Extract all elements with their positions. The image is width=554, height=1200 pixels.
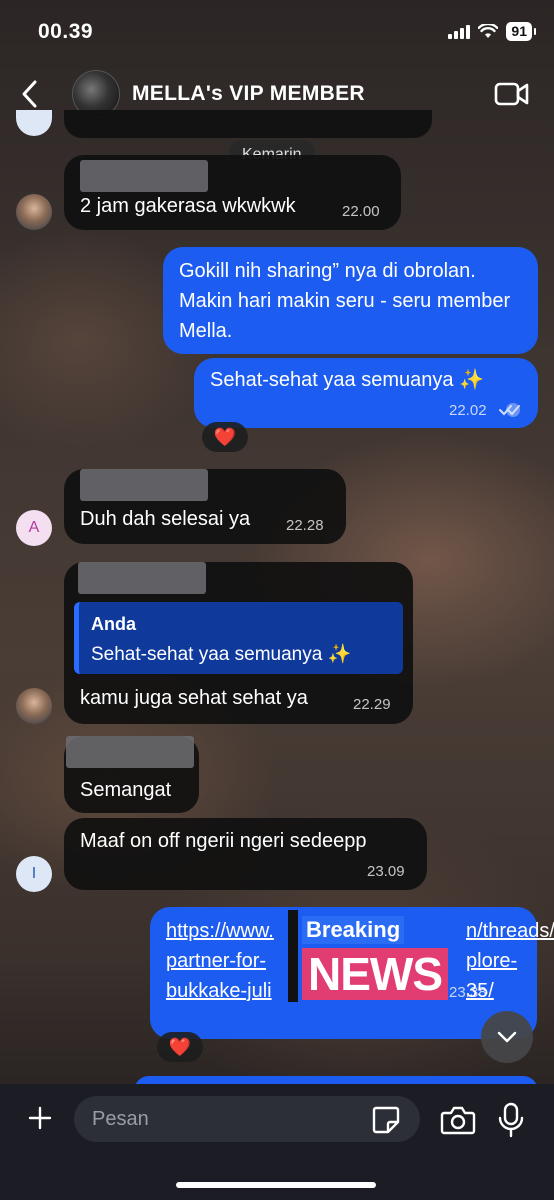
message-bubble[interactable]: Semangat — [64, 736, 199, 813]
video-call-button[interactable] — [494, 80, 530, 108]
quoted-message[interactable]: Anda Sehat-sehat yaa semuanya ✨ — [74, 602, 403, 674]
message-bubble[interactable]: Anda Sehat-sehat yaa semuanya ✨ kamu jug… — [64, 562, 413, 724]
message-bubble-outgoing[interactable]: Sehat-sehat yaa semuanya ✨ 22.02 — [194, 358, 538, 428]
link-line[interactable]: partner-for- — [166, 946, 274, 976]
message-bubble-outgoing[interactable]: Gokill nih sharing” nya di obrolan. Maki… — [163, 247, 538, 354]
message-text: Sehat-sehat yaa semuanya ✨ — [210, 369, 484, 391]
link-line[interactable]: https://www. — [166, 916, 274, 946]
avatar-partial — [16, 110, 52, 136]
sender-name-redacted — [80, 160, 208, 192]
sender-avatar[interactable]: I — [16, 856, 52, 892]
heart-reaction[interactable]: ❤️ — [202, 422, 248, 452]
group-title[interactable]: MELLA's VIP MEMBER — [132, 82, 365, 106]
message-text: Maaf on off ngerii ngeri sedeepp — [80, 830, 367, 852]
quote-author: Anda — [91, 614, 136, 634]
message-time: 22.29 — [353, 696, 391, 713]
microphone-button[interactable] — [496, 1102, 526, 1138]
battery-indicator: 91 — [506, 22, 536, 41]
sticker-breaking: Breaking — [302, 916, 405, 944]
scroll-to-bottom-button[interactable] — [481, 1011, 533, 1063]
chevron-down-icon — [497, 1031, 517, 1043]
message-text: Semangat — [80, 779, 172, 801]
microphone-icon — [498, 1102, 524, 1138]
message-time: 22.00 — [342, 203, 380, 220]
message-bubble-partial — [64, 110, 432, 138]
status-time: 00.39 — [38, 20, 94, 43]
link-text[interactable]: https://www. partner-for- bukkake-juli — [166, 916, 274, 1006]
sticker-icon — [372, 1106, 400, 1134]
signal-icon — [448, 24, 471, 39]
message-text: kamu juga sehat sehat ya — [80, 687, 308, 709]
message-text: Gokill nih sharing” nya di obrolan. Maki… — [179, 260, 511, 342]
message-time: 23.09 — [367, 863, 405, 880]
sender-name-redacted — [66, 736, 194, 768]
message-bubble[interactable]: Maaf on off ngerii ngeri sedeepp 23.09 — [64, 818, 427, 890]
message-text: 2 jam gakerasa wkwkwk — [80, 195, 296, 217]
home-indicator — [176, 1182, 376, 1188]
composer-bar — [0, 1084, 554, 1200]
message-time: 22.02 — [449, 402, 487, 419]
quote-text: Sehat-sehat yaa semuanya ✨ — [91, 644, 352, 665]
back-button[interactable] — [14, 76, 44, 112]
message-time: 22.28 — [286, 517, 324, 534]
sticker-news: NEWS — [302, 948, 448, 1000]
heart-reaction[interactable]: ❤️ — [157, 1032, 203, 1062]
plus-icon — [28, 1106, 52, 1130]
camera-icon — [440, 1106, 476, 1135]
chevron-left-icon — [22, 80, 37, 108]
sticker-bar — [288, 910, 298, 1002]
message-input[interactable] — [74, 1096, 420, 1142]
link-line[interactable]: n/threads/ — [466, 916, 554, 946]
message-bubble[interactable]: Duh dah selesai ya 22.28 — [64, 469, 346, 544]
sticker-button[interactable] — [370, 1104, 402, 1136]
sender-avatar[interactable]: A — [16, 510, 52, 546]
video-camera-icon — [494, 82, 529, 106]
camera-button[interactable] — [440, 1104, 476, 1136]
sender-name-redacted — [78, 562, 206, 594]
message-bubble[interactable]: 2 jam gakerasa wkwkwk 22.00 — [64, 155, 401, 230]
sender-name-redacted — [80, 469, 208, 501]
status-icons: 91 — [448, 22, 536, 41]
read-receipt-icon — [499, 403, 520, 417]
sender-avatar[interactable] — [16, 688, 52, 724]
attach-button[interactable] — [24, 1102, 56, 1134]
link-line[interactable]: bukkake-juli — [166, 976, 274, 1006]
wifi-icon — [478, 24, 499, 38]
message-text: Duh dah selesai ya — [80, 508, 251, 530]
breaking-news-sticker: Breaking NEWS — [288, 910, 468, 1002]
link-line[interactable]: plore- — [466, 946, 554, 976]
sender-avatar[interactable] — [16, 194, 52, 230]
